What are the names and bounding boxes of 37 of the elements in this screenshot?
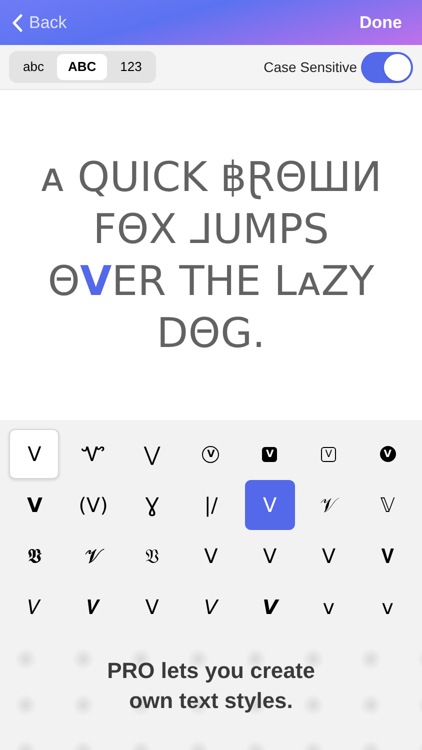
glyph-key[interactable]: 𝔙 [127,531,178,581]
glyph-key[interactable]: 𝖁 [9,531,60,581]
glyph-key[interactable]: V [244,480,295,530]
done-button[interactable]: Done [360,10,410,36]
glyph-key[interactable]: 𝓥 [68,531,118,581]
case-tab[interactable]: ABC [56,54,108,80]
glyph-key[interactable]: V [244,531,295,581]
glyph-key[interactable]: 𝑽 [68,582,118,632]
glyph-key[interactable]: Ꮙ [68,429,118,479]
glyph-key[interactable]: v [362,582,413,632]
case-tab[interactable]: abc [12,54,55,80]
glyph-key[interactable]: V [9,429,60,479]
glyph-key[interactable]: 𝐕 [362,531,413,581]
glyph-key[interactable]: Ɣ [127,480,178,530]
case-tab[interactable]: 123 [109,54,153,80]
glyph-key[interactable]: 𝗩 [9,480,60,530]
glyph-key[interactable]: 𝙑 [244,582,295,632]
pro-notice: PRO lets you create own text styles. [106,657,316,715]
glyph-key[interactable]: V [127,582,178,632]
case-sensitive-label: Case Sensitive [264,58,357,76]
glyph-key[interactable]: 𝘝 [186,582,236,632]
glyph-key[interactable]: 𝒱 [304,480,354,530]
glyph-key[interactable]: |/ [186,480,236,530]
chevron-left-icon [12,14,23,32]
glyph-key[interactable]: V [362,429,413,479]
glyph-key[interactable]: ᴠ [304,582,354,632]
glyph-key[interactable]: V [304,429,354,479]
glyph-key[interactable]: Ⅴ [186,531,236,581]
case-sensitive-switch[interactable] [361,52,413,82]
glyph-key[interactable]: ⋁ [127,429,178,479]
glyph-key[interactable]: V [186,429,236,479]
preview-text: ᴀ QUICK ฿ⱤΘШИ FΘX ⅃UMPS ΘVER THE LᴀZY DΘG. [39,152,383,359]
glyph-key[interactable]: V [244,429,295,479]
glyph-key[interactable]: 𝕍 [362,480,413,530]
glyph-key[interactable]: (V) [68,480,118,530]
glyph-key[interactable]: V [304,531,354,581]
glyph-key[interactable]: 𝑉 [9,582,60,632]
